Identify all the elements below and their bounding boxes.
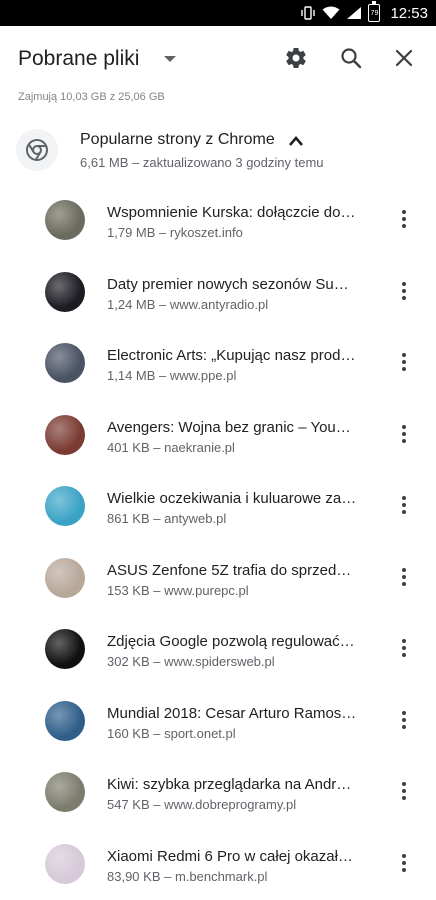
app-bar: Pobrane pliki <box>0 26 436 90</box>
item-title: Daty premier nowych sezonów Sup… <box>107 275 357 293</box>
item-meta: 1,79 MB – rykoszet.info <box>107 225 243 240</box>
status-bar: 79 12:53 <box>0 0 436 26</box>
item-meta: 861 KB – antyweb.pl <box>107 511 227 526</box>
item-meta: 1,24 MB – www.antyradio.pl <box>107 296 269 312</box>
page-thumbnail <box>45 271 85 312</box>
group-title: Popularne strony z Chrome <box>80 131 275 148</box>
close-icon[interactable] <box>388 42 420 74</box>
item-title: Wspomnienie Kurska: dołączcie do… <box>107 204 356 221</box>
page-thumbnail <box>45 843 85 884</box>
list-item[interactable]: Mundial 2018: Cesar Arturo Ramos… 160 KB … <box>0 686 436 758</box>
page-thumbnail <box>45 200 85 240</box>
page-thumbnail <box>45 772 85 812</box>
more-options-icon[interactable] <box>394 350 414 374</box>
more-options-icon[interactable] <box>394 851 414 875</box>
list-item[interactable]: ASUS Zenfone 5Z trafia do sprzeda… 153 KB… <box>0 543 436 615</box>
item-title: Electronic Arts: „Kupując nasz prod… <box>107 347 356 364</box>
cell-signal-icon <box>346 6 362 20</box>
page-title: Pobrane pliki <box>18 47 140 70</box>
more-options-icon[interactable] <box>394 493 414 517</box>
more-options-icon[interactable] <box>394 565 414 589</box>
list-item[interactable]: Wspomnienie Kurska: dołączcie do… 1,79 MB… <box>0 185 436 257</box>
item-title: Avengers: Wojna bez granic – You… <box>107 418 351 436</box>
more-options-icon[interactable] <box>394 779 414 803</box>
page-thumbnail <box>45 343 85 383</box>
settings-gear-icon[interactable] <box>280 42 312 74</box>
battery-level: 79 <box>370 9 379 17</box>
item-meta: 401 KB – naekranie.pl <box>107 439 235 455</box>
search-icon[interactable] <box>335 42 367 74</box>
wifi-icon <box>322 6 340 20</box>
item-meta: 153 KB – www.purepc.pl <box>107 582 249 598</box>
list-item[interactable]: Xiaomi Redmi 6 Pro w całej okazał… 83,90 … <box>0 829 436 900</box>
list-item[interactable]: Wielkie oczekiwania i kuluarowe za… 861 K… <box>0 471 436 543</box>
more-options-icon[interactable] <box>394 279 414 303</box>
more-options-icon[interactable] <box>394 708 414 732</box>
list-item[interactable]: Kiwi: szybka przeglądarka na Andr… 547 KB… <box>0 757 436 829</box>
clock: 12:53 <box>390 4 428 22</box>
item-title: Mundial 2018: Cesar Arturo Ramos… <box>107 704 357 722</box>
item-title: Kiwi: szybka przeglądarka na Andr… <box>107 776 352 793</box>
item-title: ASUS Zenfone 5Z trafia do sprzeda… <box>107 561 357 579</box>
vibrate-icon <box>300 6 316 20</box>
page-thumbnail <box>45 557 85 598</box>
chrome-popular-pages-group[interactable]: Popularne strony z Chrome 6,61 MB – zakt… <box>0 121 436 181</box>
page-thumbnail <box>45 700 85 741</box>
page-thumbnail <box>45 414 85 455</box>
list-item[interactable]: Avengers: Wojna bez granic – You… 401 KB … <box>0 400 436 472</box>
chrome-icon <box>16 129 58 171</box>
item-title: Zdjęcia Google pozwolą regulować… <box>107 633 355 650</box>
page-thumbnail <box>45 486 85 526</box>
more-options-icon[interactable] <box>394 636 414 660</box>
page-thumbnail <box>45 629 85 669</box>
item-meta: 547 KB – www.dobreprogramy.pl <box>107 797 297 812</box>
download-list: Wspomnienie Kurska: dołączcie do… 1,79 MB… <box>0 185 436 900</box>
more-options-icon[interactable] <box>394 207 414 231</box>
dropdown-icon[interactable] <box>160 53 180 65</box>
more-options-icon[interactable] <box>394 422 414 446</box>
item-title: Xiaomi Redmi 6 Pro w całej okazał… <box>107 847 353 865</box>
collapse-chevron-up-icon[interactable] <box>286 133 306 149</box>
battery-icon: 79 <box>368 1 381 22</box>
storage-usage-text: Zajmują 10,03 GB z 25,06 GB <box>18 91 165 103</box>
item-meta: 302 KB – www.spidersweb.pl <box>107 654 275 669</box>
item-meta: 83,90 KB – m.benchmark.pl <box>107 868 268 884</box>
item-title: Wielkie oczekiwania i kuluarowe za… <box>107 490 357 507</box>
item-meta: 1,14 MB – www.ppe.pl <box>107 368 237 383</box>
group-subtitle: 6,61 MB – zaktualizowano 3 godziny temu <box>80 155 324 170</box>
list-item[interactable]: Electronic Arts: „Kupując nasz prod… 1,14… <box>0 328 436 400</box>
list-item[interactable]: Daty premier nowych sezonów Sup… 1,24 MB … <box>0 257 436 329</box>
item-meta: 160 KB – sport.onet.pl <box>107 725 236 741</box>
list-item[interactable]: Zdjęcia Google pozwolą regulować… 302 KB … <box>0 614 436 686</box>
